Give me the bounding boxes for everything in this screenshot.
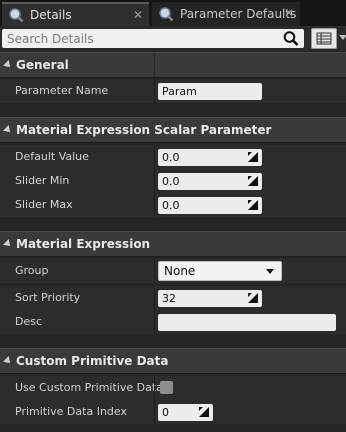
column-divider — [154, 376, 155, 400]
spin-drag-icon[interactable] — [248, 200, 258, 210]
spin-drag-icon[interactable] — [248, 293, 258, 303]
chevron-down-icon[interactable] — [339, 35, 346, 40]
column-divider — [154, 286, 155, 310]
property-label: Slider Min — [15, 174, 70, 187]
column-divider — [154, 259, 155, 283]
property-label: Primitive Data Index — [15, 405, 127, 418]
column-divider — [154, 193, 155, 217]
search-row — [0, 26, 346, 50]
search-box — [2, 29, 304, 48]
category-title: General — [16, 58, 69, 72]
search-icon[interactable] — [282, 30, 300, 47]
slider-min-field[interactable]: 0.0 — [158, 173, 262, 190]
close-icon[interactable]: ✕ — [133, 8, 143, 22]
field-value: 0 — [162, 406, 169, 419]
category-material-expression[interactable]: Material Expression — [0, 231, 346, 257]
category-title: Material Expression Scalar Parameter — [16, 123, 272, 137]
view-options-button[interactable] — [311, 28, 337, 49]
collapse-arrow-icon[interactable] — [3, 125, 13, 135]
property-row-primitive-data-index: Primitive Data Index 0 — [0, 400, 346, 424]
column-divider — [154, 169, 155, 193]
field-value: 0.0 — [162, 175, 180, 188]
tab-details[interactable]: Details ✕ — [2, 2, 149, 26]
group-dropdown[interactable]: None — [158, 261, 282, 281]
property-label: Default Value — [15, 150, 89, 163]
collapse-arrow-icon[interactable] — [3, 356, 13, 366]
chevron-down-icon — [266, 269, 274, 274]
tab-strip: Details ✕ Parameter Defaults ✕ — [0, 0, 346, 26]
property-label: Sort Priority — [15, 291, 81, 304]
search-icon — [8, 7, 24, 23]
dropdown-value: None — [164, 264, 196, 278]
property-row-parameter-name: Parameter Name Param — [0, 79, 346, 103]
collapse-arrow-icon[interactable] — [3, 239, 13, 249]
column-divider — [154, 79, 155, 103]
property-label: Desc — [15, 315, 43, 328]
collapse-arrow-icon[interactable] — [3, 60, 13, 70]
tab-details-label: Details — [30, 8, 72, 22]
column-divider — [154, 53, 155, 79]
tab-parameter-defaults-label: Parameter Defaults — [180, 7, 297, 21]
property-label: Parameter Name — [15, 84, 109, 97]
property-row-use-custom-primitive-data: Use Custom Primitive Data — [0, 376, 346, 400]
category-general[interactable]: General — [0, 52, 346, 79]
slider-max-field[interactable]: 0.0 — [158, 197, 262, 214]
property-row-desc: Desc — [0, 310, 346, 334]
property-label: Use Custom Primitive Data — [15, 381, 163, 394]
property-label: Group — [15, 264, 49, 277]
column-divider — [154, 310, 155, 334]
column-divider — [154, 145, 155, 169]
category-material-expression-scalar-parameter[interactable]: Material Expression Scalar Parameter — [0, 117, 346, 143]
details-panel: General Parameter Name Param Material Ex… — [0, 50, 346, 432]
category-title: Custom Primitive Data — [16, 354, 169, 368]
default-value-field[interactable]: 0.0 — [158, 149, 262, 166]
sort-priority-field[interactable]: 32 — [158, 290, 262, 307]
search-icon — [158, 6, 174, 22]
spin-drag-icon[interactable] — [248, 152, 258, 162]
category-title: Material Expression — [16, 237, 151, 251]
property-row-slider-max: Slider Max 0.0 — [0, 193, 346, 217]
property-row-default-value: Default Value 0.0 — [0, 145, 346, 169]
column-divider — [154, 400, 155, 424]
close-icon[interactable]: ✕ — [284, 6, 294, 20]
field-value: 0.0 — [162, 151, 180, 164]
property-row-sort-priority: Sort Priority 32 — [0, 286, 346, 310]
property-row-slider-min: Slider Min 0.0 — [0, 169, 346, 193]
parameter-name-field[interactable]: Param — [158, 83, 262, 100]
property-row-group: Group None — [0, 259, 346, 283]
desc-field[interactable] — [158, 314, 336, 331]
field-value: 0.0 — [162, 199, 180, 212]
spin-drag-icon[interactable] — [199, 407, 209, 417]
list-icon — [316, 32, 332, 45]
field-value: 32 — [162, 292, 176, 305]
use-custom-primitive-data-checkbox[interactable] — [160, 381, 173, 394]
search-input[interactable] — [2, 31, 272, 46]
primitive-data-index-field[interactable]: 0 — [158, 404, 213, 421]
property-label: Slider Max — [15, 198, 73, 211]
category-custom-primitive-data[interactable]: Custom Primitive Data — [0, 348, 346, 374]
tab-parameter-defaults[interactable]: Parameter Defaults ✕ — [152, 2, 300, 26]
spin-drag-icon[interactable] — [248, 176, 258, 186]
